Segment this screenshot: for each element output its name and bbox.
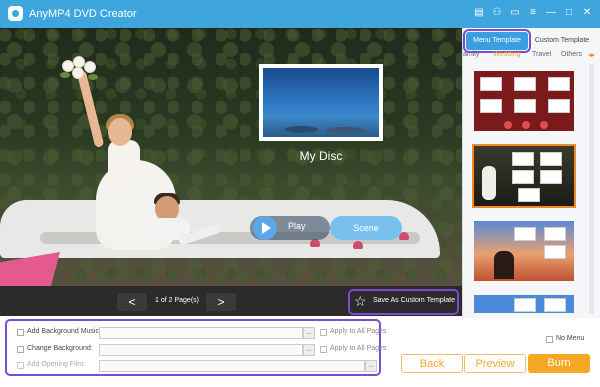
opening-film-browse-button[interactable]: ... [365,360,377,372]
scene-button[interactable]: Scene [330,216,402,240]
page-indicator: 1 of 2 Page(s) [155,297,199,304]
opening-film-checkbox[interactable] [17,362,24,369]
category-wedding[interactable]: Wedding [493,51,521,58]
underwater-thumbnail-image [263,68,379,137]
template-thumbnail[interactable] [472,69,576,133]
change-background-label: Change Background: [27,345,93,352]
feedback-icon[interactable]: ▭ [508,6,522,20]
background-music-checkbox[interactable] [17,329,24,336]
preview-bouquet [58,54,102,84]
title-bar: AnyMP4 DVD Creator ▤ ⚇ ▭ ≡ — □ ✕ [0,0,600,28]
close-icon[interactable]: ✕ [580,6,594,20]
background-music-browse-button[interactable]: ... [303,327,315,339]
category-others[interactable]: Others [561,51,582,58]
tab-menu-template[interactable]: Menu Template [463,29,531,53]
background-music-field[interactable] [99,327,303,339]
window-controls: ▤ ⚇ ▭ ≡ — □ ✕ [472,6,594,20]
category-scroll-arrow-icon[interactable]: ◂▸ [588,51,595,59]
minimize-icon[interactable]: — [544,6,558,20]
menu-icon[interactable]: ≡ [526,6,540,20]
reef-shape [271,115,371,133]
heart-decoration [353,241,363,249]
burn-button[interactable]: Burn [528,354,590,373]
heart-decoration [310,239,320,247]
no-menu-label: No Menu [556,335,585,342]
disc-options-panel: Add Background Music: ... Apply to All P… [5,319,386,376]
template-thumbnail[interactable] [472,219,576,283]
disc-title[interactable]: My Disc [259,149,383,163]
no-menu-checkbox[interactable] [546,336,553,343]
preview-button[interactable]: Preview [464,354,526,373]
save-template-label: Save As Custom Template [373,297,455,304]
category-travel[interactable]: Travel [532,51,551,58]
template-category-row: amily Wedding Travel Others [463,51,599,63]
template-scrollbar[interactable] [589,64,594,314]
tab-custom-template[interactable]: Custom Template [532,32,592,50]
change-background-checkbox[interactable] [17,346,24,353]
opening-film-field[interactable] [99,360,365,372]
cart-icon[interactable]: ▤ [472,6,486,20]
play-label[interactable]: Play [288,221,306,231]
app-title: AnyMP4 DVD Creator [29,8,137,20]
save-as-custom-template-button[interactable]: ☆ Save As Custom Template [348,289,459,315]
template-thumbnail-selected[interactable] [472,144,576,208]
change-background-browse-button[interactable]: ... [303,344,315,356]
app-logo-icon [8,6,23,21]
opening-film-label: Add Opening Film: [27,361,85,368]
preview-bride-body [108,140,140,180]
change-background-field[interactable] [99,344,303,356]
background-music-label: Add Background Music: [27,328,101,335]
next-page-button[interactable]: > [206,293,236,311]
category-family[interactable]: amily [463,51,479,58]
previous-page-button[interactable]: < [117,293,147,311]
preview-bride-head [108,118,132,146]
star-icon: ☆ [354,293,367,309]
user-icon[interactable]: ⚇ [490,6,504,20]
template-thumbnail[interactable] [472,293,576,315]
disc-thumbnail[interactable] [259,64,383,141]
play-icon[interactable] [253,216,277,240]
maximize-icon[interactable]: □ [562,6,576,20]
back-button[interactable]: Back [401,354,463,373]
